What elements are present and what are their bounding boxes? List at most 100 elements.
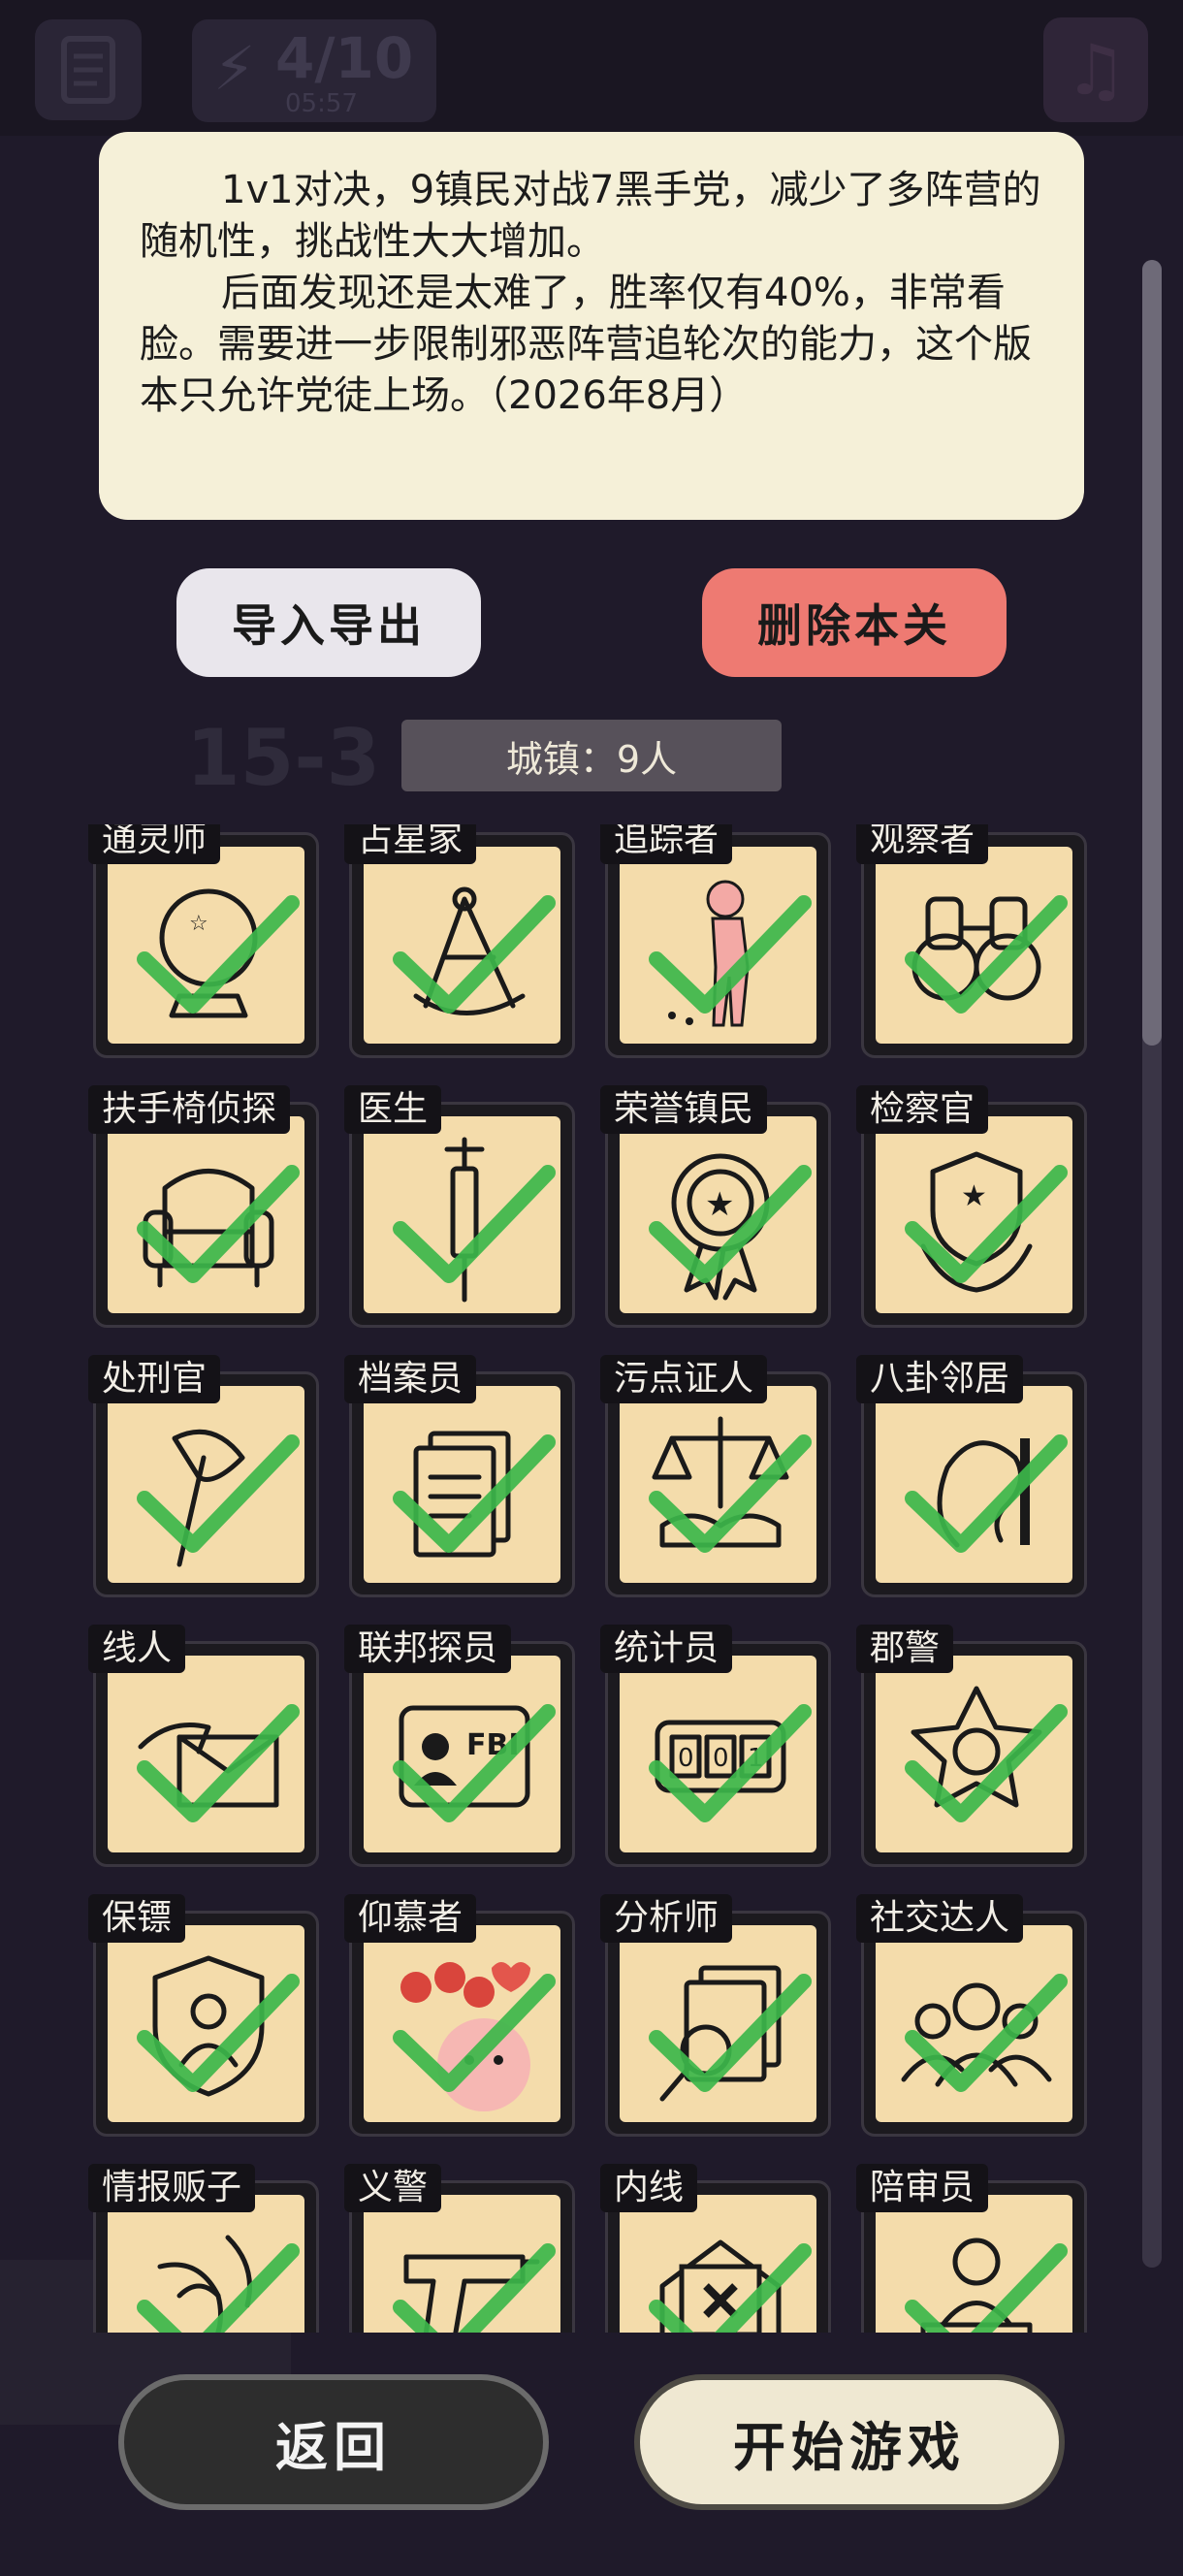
role-card-face: [364, 2195, 560, 2333]
import-export-button[interactable]: 导入导出: [176, 568, 481, 677]
checkmark-icon: [649, 1434, 812, 1553]
role-card-face: [620, 2195, 816, 2333]
role-card[interactable]: 档案员: [344, 1355, 575, 1597]
role-label: 陪审员: [856, 2164, 989, 2212]
role-card[interactable]: 扶手椅侦探: [88, 1085, 319, 1328]
energy-indicator: ⚡ 4/10 05:57: [192, 19, 436, 122]
role-card-face: [876, 847, 1072, 1044]
role-card[interactable]: 处刑官: [88, 1355, 319, 1597]
delete-level-button[interactable]: 删除本关: [702, 568, 1007, 677]
checkmark-icon: [905, 1165, 1068, 1283]
role-card-face: [364, 1116, 560, 1313]
role-card[interactable]: 医生: [344, 1085, 575, 1328]
role-card-face: ☆: [108, 847, 304, 1044]
role-card[interactable]: 保镖: [88, 1894, 319, 2137]
role-card[interactable]: 检察官 ★: [856, 1085, 1087, 1328]
role-label: 档案员: [344, 1355, 477, 1403]
role-card[interactable]: 污点证人: [600, 1355, 831, 1597]
role-label: 检察官: [856, 1085, 989, 1134]
role-label: 统计员: [600, 1625, 733, 1673]
role-card[interactable]: 内线: [600, 2164, 831, 2333]
role-label: 郡警: [856, 1625, 954, 1673]
role-card-face: [876, 1656, 1072, 1852]
role-label: 处刑官: [88, 1355, 221, 1403]
role-card-face: ★: [620, 1116, 816, 1313]
checkmark-icon: [137, 1165, 300, 1283]
role-card[interactable]: 占星家: [344, 824, 575, 1058]
role-label: 社交达人: [856, 1894, 1024, 1943]
role-label: 通灵师: [88, 824, 221, 864]
role-label: 医生: [344, 1085, 442, 1134]
role-label: 仰慕者: [344, 1894, 477, 1943]
document-icon: [61, 36, 115, 104]
role-label: 荣誉镇民: [600, 1085, 768, 1134]
checkmark-icon: [649, 1974, 812, 2092]
role-label: 保镖: [88, 1894, 186, 1943]
role-card[interactable]: 线人: [88, 1625, 319, 1867]
role-card-face: [364, 1925, 560, 2122]
lightning-icon: ⚡: [213, 33, 256, 104]
role-card[interactable]: 陪审员: [856, 2164, 1087, 2333]
role-label: 扶手椅侦探: [88, 1085, 291, 1134]
role-card[interactable]: 统计员 001: [600, 1625, 831, 1867]
role-card-face: [108, 1925, 304, 2122]
checkmark-icon: [905, 895, 1068, 1014]
role-card-face: [364, 1386, 560, 1583]
checkmark-icon: [649, 1165, 812, 1283]
back-button[interactable]: 返回: [118, 2374, 549, 2510]
role-card[interactable]: 郡警: [856, 1625, 1087, 1867]
checkmark-icon: [393, 1704, 556, 1822]
role-label: 观察者: [856, 824, 989, 864]
role-card-face: [108, 1656, 304, 1852]
role-label: 情报贩子: [88, 2164, 256, 2212]
role-label: 义警: [344, 2164, 442, 2212]
role-grid: 通灵师 ☆ 占星家 追踪者 观察者 扶手椅侦探 医生 荣誉镇民 ★ 检察官 ★ …: [88, 824, 1087, 2333]
checkmark-icon: [905, 1704, 1068, 1822]
role-card-face: 001: [620, 1656, 816, 1852]
checkmark-icon: [137, 1434, 300, 1553]
start-game-button[interactable]: 开始游戏: [634, 2374, 1065, 2510]
role-card[interactable]: 通灵师 ☆: [88, 824, 319, 1058]
role-card[interactable]: 义警: [344, 2164, 575, 2333]
role-card-face: [620, 1925, 816, 2122]
checkmark-icon: [649, 2243, 812, 2333]
role-card-face: [108, 2195, 304, 2333]
role-card-face: [364, 847, 560, 1044]
role-card[interactable]: 联邦探员 FBI: [344, 1625, 575, 1867]
checkmark-icon: [393, 895, 556, 1014]
checkmark-icon: [649, 1704, 812, 1822]
role-label: 污点证人: [600, 1355, 768, 1403]
role-card-face: [876, 2195, 1072, 2333]
role-card[interactable]: 仰慕者: [344, 1894, 575, 2137]
description-paragraph: 1v1对决，9镇民对战7黑手党，减少了多阵营的随机性，挑战性大大增加。: [140, 168, 1041, 264]
checkmark-icon: [137, 1974, 300, 2092]
role-card[interactable]: 荣誉镇民 ★: [600, 1085, 831, 1328]
role-card-face: ★: [876, 1116, 1072, 1313]
role-card[interactable]: 八卦邻居: [856, 1355, 1087, 1597]
checkmark-icon: [137, 895, 300, 1014]
role-label: 内线: [600, 2164, 698, 2212]
checkmark-icon: [393, 1434, 556, 1553]
checkmark-icon: [905, 2243, 1068, 2333]
role-grid-viewport[interactable]: 通灵师 ☆ 占星家 追踪者 观察者 扶手椅侦探 医生 荣誉镇民 ★ 检察官 ★ …: [0, 824, 1183, 2333]
role-card[interactable]: 观察者: [856, 824, 1087, 1058]
town-count-label: 城镇：9人: [401, 720, 782, 791]
role-label: 八卦邻居: [856, 1355, 1024, 1403]
checkmark-icon: [393, 2243, 556, 2333]
description-paragraph: 后面发现还是太难了，胜率仅有40%，非常看脸。需要进一步限制邪恶阵营追轮次的能力…: [140, 271, 1032, 418]
energy-timer: 05:57: [285, 89, 358, 118]
document-button: [35, 19, 142, 120]
checkmark-icon: [393, 1974, 556, 2092]
level-description-card: 1v1对决，9镇民对战7黑手党，减少了多阵营的随机性，挑战性大大增加。 后面发现…: [99, 132, 1084, 520]
role-card[interactable]: 分析师: [600, 1894, 831, 2137]
role-label: 占星家: [344, 824, 477, 864]
checkmark-icon: [137, 2243, 300, 2333]
role-card[interactable]: 社交达人: [856, 1894, 1087, 2137]
role-card[interactable]: 情报贩子: [88, 2164, 319, 2333]
role-card[interactable]: 追踪者: [600, 824, 831, 1058]
checkmark-icon: [905, 1434, 1068, 1553]
role-card-face: [876, 1925, 1072, 2122]
role-label: 追踪者: [600, 824, 733, 864]
role-card-face: [108, 1116, 304, 1313]
role-card-face: [876, 1386, 1072, 1583]
